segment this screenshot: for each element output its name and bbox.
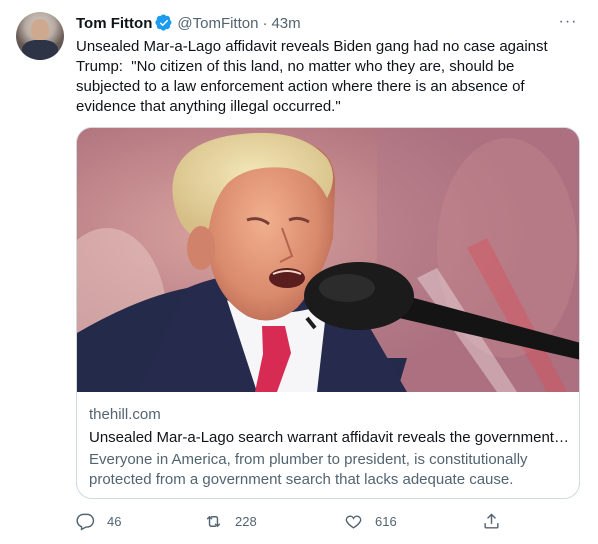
card-description: Everyone in America, from plumber to pre… bbox=[89, 451, 528, 488]
card-domain: thehill.com bbox=[89, 406, 161, 423]
tweet-text: Unsealed Mar-a-Lago affidavit reveals Bi… bbox=[76, 38, 552, 115]
speaker-photo bbox=[77, 128, 579, 392]
retweet-button[interactable]: 228 bbox=[204, 512, 257, 531]
like-button[interactable]: 616 bbox=[344, 512, 397, 531]
more-label: ··· bbox=[558, 13, 578, 30]
like-icon bbox=[345, 515, 362, 529]
share-button[interactable] bbox=[482, 512, 513, 531]
tweet[interactable]: Tom Fitton @TomFitton · 43m ··· Unsealed… bbox=[0, 0, 598, 544]
reply-count: 46 bbox=[107, 514, 122, 529]
verified-badge-icon bbox=[155, 14, 172, 31]
avatar[interactable] bbox=[16, 12, 64, 60]
link-card[interactable]: thehill.com Unsealed Mar-a-Lago search w… bbox=[76, 127, 580, 499]
card-title: Unsealed Mar-a-Lago search warrant affid… bbox=[89, 429, 569, 446]
like-count: 616 bbox=[375, 514, 397, 529]
header-separator: · bbox=[262, 14, 268, 32]
retweet-count: 228 bbox=[235, 514, 257, 529]
more-icon[interactable]: ··· bbox=[556, 10, 580, 34]
reply-icon bbox=[76, 513, 95, 531]
card-image bbox=[77, 128, 579, 392]
share-icon bbox=[484, 513, 499, 529]
author-name[interactable]: Tom Fitton bbox=[76, 15, 152, 32]
tweet-header: Tom Fitton @TomFitton · 43m bbox=[76, 12, 582, 34]
reply-button[interactable]: 46 bbox=[76, 512, 121, 531]
retweet-icon bbox=[206, 515, 221, 528]
tweet-timestamp[interactable]: 43m bbox=[271, 15, 300, 32]
tweet-actions: 46 228 616 bbox=[76, 512, 499, 534]
author-handle[interactable]: @TomFitton bbox=[177, 15, 258, 32]
